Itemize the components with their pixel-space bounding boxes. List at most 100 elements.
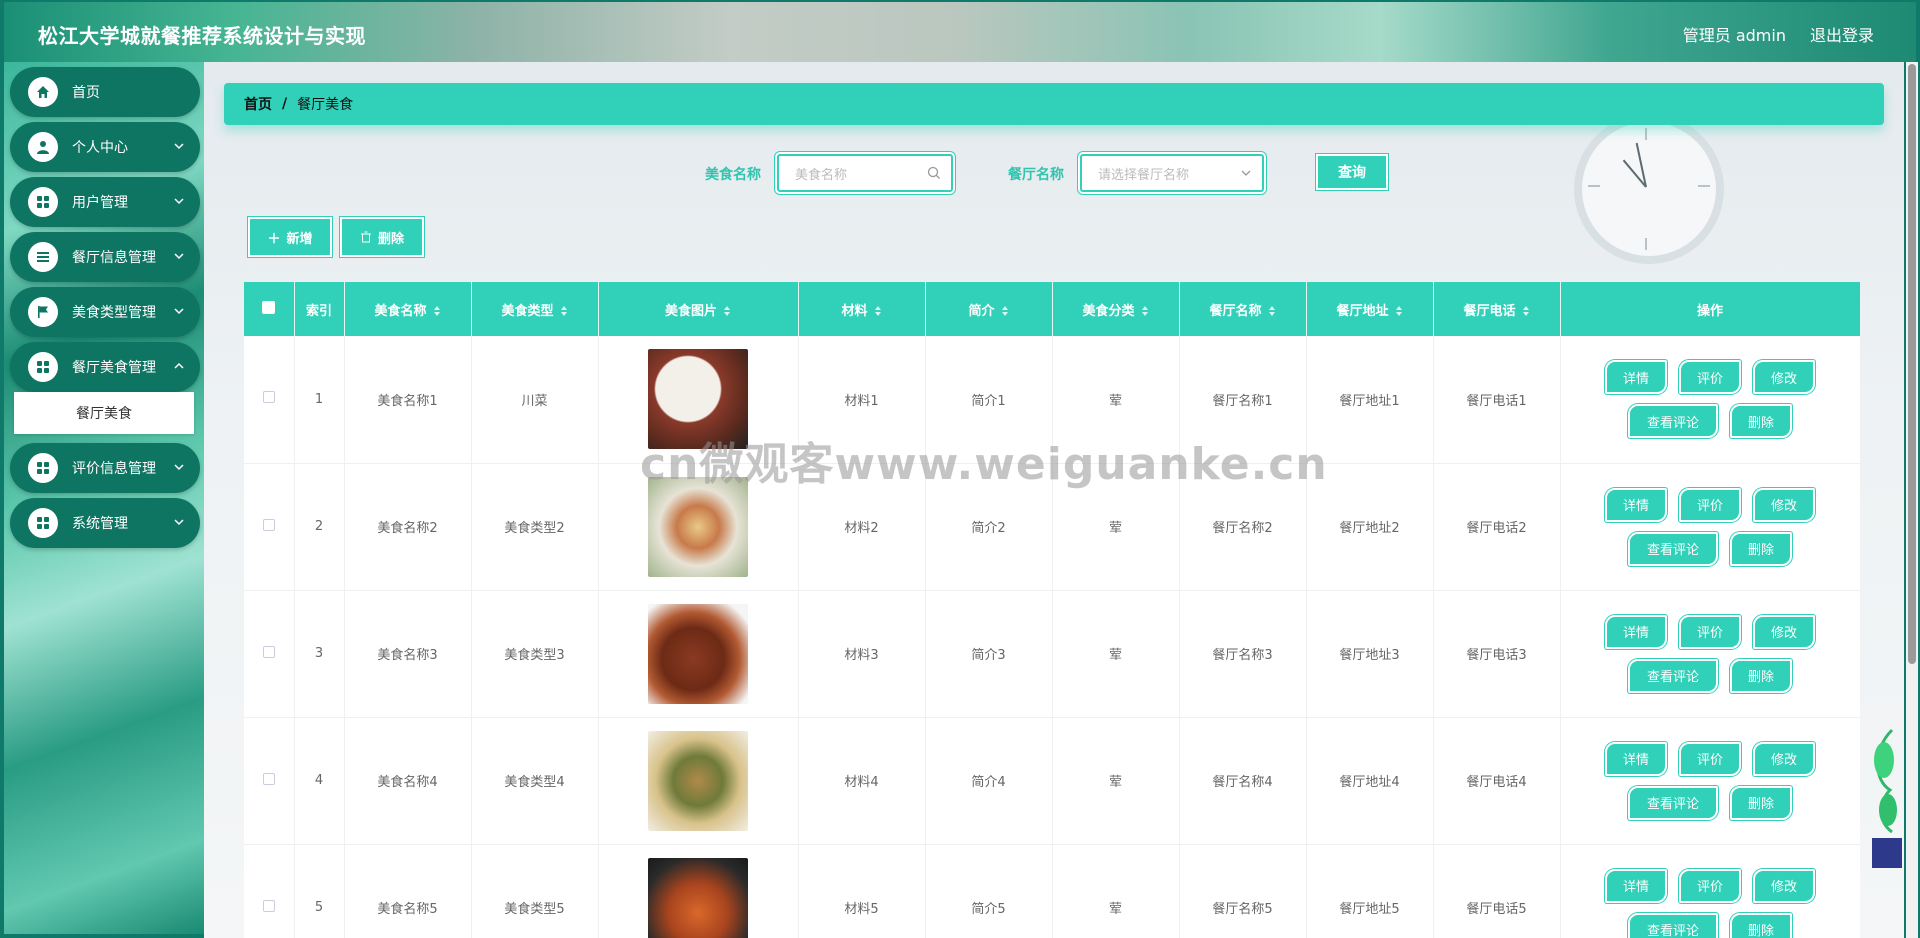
- food-image[interactable]: [648, 730, 748, 831]
- cell-intro: 简介3: [925, 590, 1053, 717]
- column-header-sortable[interactable]: 餐厅电话: [1433, 282, 1561, 336]
- food-image[interactable]: [648, 349, 748, 450]
- row-checkbox[interactable]: [262, 899, 275, 912]
- sidebar-item-personal-center[interactable]: 个人中心: [10, 122, 200, 172]
- edit-button[interactable]: 修改: [1753, 741, 1815, 776]
- cell-food-type: 美食类型3: [471, 590, 599, 717]
- sort-icon: [874, 306, 881, 316]
- table-row: 2 美食名称2 美食类型2 材料2 简介2 荤 餐厅名称2 餐厅地址2 餐厅电话…: [244, 463, 1860, 590]
- row-checkbox[interactable]: [262, 391, 275, 404]
- food-image[interactable]: [648, 603, 748, 704]
- cell-restaurant-name: 餐厅名称4: [1179, 717, 1307, 844]
- sidebar-item-user-management[interactable]: 用户管理: [10, 177, 200, 227]
- row-checkbox[interactable]: [262, 772, 275, 785]
- top-header: 松江大学城就餐推荐系统设计与实现 管理员 admin 退出登录: [4, 2, 1916, 62]
- cell-food-name: 美食名称1: [344, 336, 472, 463]
- select-all-cell[interactable]: [244, 282, 295, 336]
- detail-button[interactable]: 详情: [1605, 360, 1667, 395]
- view-comments-button[interactable]: 查看评论: [1628, 912, 1718, 938]
- column-header-sortable[interactable]: 美食类型: [471, 282, 599, 336]
- food-image[interactable]: [648, 857, 748, 938]
- food-image[interactable]: [648, 476, 748, 577]
- table-header-row: 索引 美食名称 美食类型 美食图片 材料 简介 美食分类 餐厅名称 餐厅地址 餐…: [244, 282, 1860, 336]
- logout-link[interactable]: 退出登录: [1810, 22, 1874, 46]
- sidebar-item-system[interactable]: 系统管理: [10, 498, 200, 548]
- row-delete-button[interactable]: 删除: [1730, 404, 1792, 439]
- row-select-cell[interactable]: [244, 590, 295, 717]
- add-button[interactable]: ＋ 新增: [248, 217, 332, 257]
- sidebar-item-home[interactable]: 首页: [10, 67, 200, 117]
- view-comments-button[interactable]: 查看评论: [1628, 404, 1718, 439]
- breadcrumb-separator: /: [282, 96, 288, 112]
- edit-button[interactable]: 修改: [1753, 487, 1815, 522]
- delete-button[interactable]: 删除: [340, 217, 424, 257]
- current-user[interactable]: 管理员 admin: [1683, 22, 1786, 46]
- select-all-checkbox[interactable]: [262, 300, 276, 314]
- row-delete-button[interactable]: 删除: [1730, 785, 1792, 820]
- detail-button[interactable]: 详情: [1605, 487, 1667, 522]
- sidebar-item-review-info[interactable]: 评价信息管理: [10, 443, 200, 493]
- rate-button[interactable]: 评价: [1679, 741, 1741, 776]
- trash-icon: [360, 231, 371, 243]
- view-comments-button[interactable]: 查看评论: [1628, 658, 1718, 693]
- cell-category: 荤: [1052, 717, 1180, 844]
- cell-intro: 简介5: [925, 844, 1053, 938]
- sidebar-item-label: 评价信息管理: [72, 461, 156, 477]
- detail-button[interactable]: 详情: [1605, 868, 1667, 903]
- food-name-input[interactable]: 美食名称: [777, 154, 953, 192]
- row-select-cell[interactable]: [244, 844, 295, 938]
- row-delete-button[interactable]: 删除: [1730, 912, 1792, 938]
- sidebar-item-food-type[interactable]: 美食类型管理: [10, 287, 200, 337]
- query-button[interactable]: 查询: [1316, 154, 1388, 190]
- cell-food-image: [598, 717, 799, 844]
- column-header-sortable[interactable]: 美食图片: [598, 282, 799, 336]
- view-comments-button[interactable]: 查看评论: [1628, 785, 1718, 820]
- cell-food-type: 美食类型5: [471, 844, 599, 938]
- column-header: 索引: [294, 282, 345, 336]
- cell-food-name: 美食名称2: [344, 463, 472, 590]
- cell-operations: 详情 评价 修改 查看评论 删除: [1560, 590, 1860, 717]
- row-select-cell[interactable]: [244, 717, 295, 844]
- sidebar-item-restaurant-food[interactable]: 餐厅美食管理: [10, 342, 200, 392]
- submenu-item-restaurant-food[interactable]: 餐厅美食: [14, 392, 194, 434]
- rate-button[interactable]: 评价: [1679, 487, 1741, 522]
- column-header-sortable[interactable]: 材料: [798, 282, 926, 336]
- rate-button[interactable]: 评价: [1679, 868, 1741, 903]
- row-checkbox[interactable]: [262, 645, 275, 658]
- sidebar-item-label: 个人中心: [72, 140, 128, 156]
- detail-button[interactable]: 详情: [1605, 614, 1667, 649]
- row-delete-button[interactable]: 删除: [1730, 531, 1792, 566]
- scrollbar-thumb[interactable]: [1908, 64, 1916, 664]
- row-delete-button[interactable]: 删除: [1730, 658, 1792, 693]
- edit-button[interactable]: 修改: [1753, 868, 1815, 903]
- edit-button[interactable]: 修改: [1753, 614, 1815, 649]
- column-header-sortable[interactable]: 简介: [925, 282, 1053, 336]
- cell-food-image: [598, 336, 799, 463]
- row-select-cell[interactable]: [244, 463, 295, 590]
- edit-button[interactable]: 修改: [1753, 360, 1815, 395]
- column-header-sortable[interactable]: 餐厅名称: [1179, 282, 1307, 336]
- table-row: 3 美食名称3 美食类型3 材料3 简介3 荤 餐厅名称3 餐厅地址3 餐厅电话…: [244, 590, 1860, 717]
- cell-restaurant-address: 餐厅地址2: [1306, 463, 1434, 590]
- cell-food-image: [598, 844, 799, 938]
- rate-button[interactable]: 评价: [1679, 360, 1741, 395]
- breadcrumb-home[interactable]: 首页: [244, 94, 272, 114]
- row-checkbox[interactable]: [262, 518, 275, 531]
- column-header-sortable[interactable]: 美食分类: [1052, 282, 1180, 336]
- column-header-sortable[interactable]: 美食名称: [344, 282, 472, 336]
- detail-button[interactable]: 详情: [1605, 741, 1667, 776]
- add-button-label: 新增: [286, 231, 313, 247]
- sort-icon: [1268, 306, 1275, 316]
- row-select-cell[interactable]: [244, 336, 295, 463]
- rate-button[interactable]: 评价: [1679, 614, 1741, 649]
- grid-icon: [28, 508, 58, 538]
- column-header: 操作: [1560, 282, 1860, 336]
- sidebar-item-restaurant-info[interactable]: 餐厅信息管理: [10, 232, 200, 282]
- cell-operations: 详情 评价 修改 查看评论 删除: [1560, 844, 1860, 938]
- restaurant-select[interactable]: 请选择餐厅名称: [1080, 154, 1264, 192]
- column-header-sortable[interactable]: 餐厅地址: [1306, 282, 1434, 336]
- cell-food-name: 美食名称4: [344, 717, 472, 844]
- view-comments-button[interactable]: 查看评论: [1628, 531, 1718, 566]
- cell-category: 荤: [1052, 336, 1180, 463]
- restaurant-placeholder: 请选择餐厅名称: [1098, 167, 1190, 183]
